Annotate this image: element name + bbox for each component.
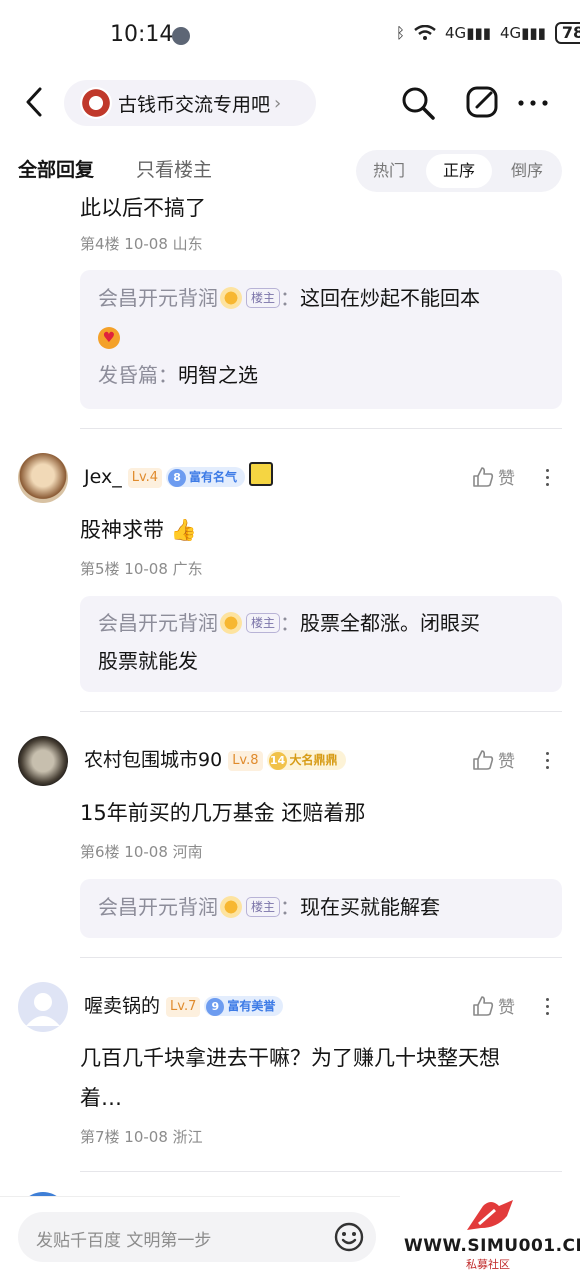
- divider: [80, 957, 562, 958]
- emoji-icon[interactable]: [333, 1221, 365, 1253]
- post-meta: 第7楼 10-08 浙江: [80, 1128, 203, 1146]
- reply-text-continued: 股票就能发: [98, 649, 198, 673]
- wifi-icon: [414, 25, 436, 40]
- forum-name: 古钱币交流专用吧: [118, 93, 271, 116]
- sub-reply-box[interactable]: 会昌开元背润 楼主 ：股票全都涨。闭眼买 股票就能发: [80, 596, 562, 692]
- owner-tag: 楼主: [246, 613, 281, 633]
- username-row: 农村包围城市90 Lv.8 14 大名鼎鼎: [84, 745, 346, 772]
- sun-badge-icon: [220, 287, 242, 309]
- post-meta: 第6楼 10-08 河南: [80, 843, 203, 861]
- signal-icon-1: 4G▮▮▮: [445, 24, 491, 42]
- post-body-continued: 着…: [80, 1086, 122, 1110]
- reply-author[interactable]: 会昌开元背润: [98, 286, 218, 310]
- tab-all-replies[interactable]: 全部回复: [18, 155, 94, 182]
- status-bar: 10:14 ᛒ 4G▮▮▮ 4G▮▮▮ 78: [0, 0, 580, 72]
- divider: [80, 428, 562, 429]
- sort-ascending[interactable]: 正序: [426, 154, 492, 188]
- more-icon[interactable]: [546, 994, 550, 1019]
- reply-author[interactable]: 发昏篇: [98, 363, 158, 387]
- sun-badge-icon: [220, 612, 242, 634]
- tab-owner-only[interactable]: 只看楼主: [136, 155, 212, 182]
- battery-icon: 78: [554, 22, 580, 44]
- sub-reply: 会昌开元背润 楼主 ：股票全都涨。闭眼买: [98, 611, 481, 635]
- reply-feed[interactable]: 此以后不搞了 第4楼 10-08 山东 会昌开元背润 楼主 ：这回在炒起不能回本 ♥…: [0, 196, 580, 1196]
- thumbs-up-emoji-icon: 👍: [170, 518, 197, 542]
- back-icon[interactable]: [22, 86, 46, 118]
- post-body: 几百几千块拿进去干嘛？为了赚几十块整天想: [80, 1046, 500, 1070]
- reply-author[interactable]: 会昌开元背润: [98, 611, 218, 635]
- honor-badge: 14 大名鼎鼎: [266, 750, 346, 770]
- system-icons: ᛒ 4G▮▮▮ 4G▮▮▮ 78: [396, 22, 580, 44]
- watermark-text: WWW.SIMU001.CN: [404, 1236, 580, 1256]
- reply-input-placeholder: 发贴千百度 文明第一步: [36, 1231, 212, 1251]
- reply-author[interactable]: 会昌开元背润: [98, 895, 218, 919]
- post-body: 15年前买的几万基金 还赔着那: [80, 801, 366, 825]
- like-button[interactable]: 赞: [472, 464, 515, 489]
- username-row: 喔卖锅的 Lv.7 9 富有美誉: [84, 991, 284, 1018]
- avatar[interactable]: [18, 453, 68, 503]
- default-avatar-icon: [26, 993, 60, 1026]
- username[interactable]: Jex_: [84, 466, 122, 488]
- honor-badge: 8 富有名气: [166, 467, 246, 487]
- sort-descending[interactable]: 倒序: [494, 154, 560, 188]
- emoji-line: ♥: [98, 320, 120, 350]
- username[interactable]: 农村包围城市90: [84, 749, 222, 771]
- like-button[interactable]: 赞: [472, 993, 515, 1018]
- clock: 10:14: [110, 22, 174, 47]
- owner-tag: 楼主: [246, 897, 281, 917]
- avatar[interactable]: [18, 982, 68, 1032]
- sub-reply: 会昌开元背润 楼主 ：这回在炒起不能回本: [98, 286, 481, 310]
- watermark-logo: [467, 1200, 513, 1230]
- bluetooth-icon: ᛒ: [396, 24, 406, 42]
- honor-badge: 9 富有美誉: [204, 996, 284, 1016]
- owner-tag: 楼主: [246, 288, 281, 308]
- sub-reply: 会昌开元背润 楼主 ：现在买就能解套: [98, 895, 441, 919]
- reply-text: 现在买就能解套: [300, 895, 441, 919]
- more-icon[interactable]: [546, 465, 550, 490]
- sub-reply-box[interactable]: 会昌开元背润 楼主 ：这回在炒起不能回本 ♥ 发昏篇：明智之选: [80, 270, 562, 409]
- sort-segmented-control: 热门 正序 倒序: [356, 150, 562, 192]
- level-badge: Lv.7: [166, 997, 201, 1017]
- avatar[interactable]: [18, 736, 68, 786]
- more-icon[interactable]: [546, 748, 550, 773]
- chevron-right-icon: ›: [274, 92, 282, 114]
- reply-text: 股票全都涨。闭眼买: [300, 611, 481, 635]
- post-body: 此以后不搞了: [80, 196, 206, 220]
- sub-reply: 发昏篇：明智之选: [98, 363, 258, 387]
- level-badge: Lv.4: [127, 468, 163, 488]
- post-body: 股神求带 👍: [80, 518, 197, 542]
- post-meta: 第4楼 10-08 山东: [80, 235, 203, 253]
- edit-icon[interactable]: [465, 85, 499, 119]
- username-row: Jex_ Lv.4 8 富有名气: [84, 462, 274, 488]
- reply-text: 这回在炒起不能回本: [300, 286, 481, 310]
- watermark-subtext: 私募社区: [466, 1258, 510, 1271]
- forum-logo: [80, 87, 112, 119]
- heart-eyes-emoji-icon: ♥: [98, 327, 120, 349]
- more-icon[interactable]: [516, 88, 550, 118]
- signal-icon-2: 4G▮▮▮: [499, 24, 546, 42]
- sun-badge-icon: [220, 896, 242, 918]
- forum-chip[interactable]: 古钱币交流专用吧 ›: [64, 80, 316, 126]
- post-meta: 第5楼 10-08 广东: [80, 560, 203, 578]
- sub-reply-box[interactable]: 会昌开元背润 楼主 ：现在买就能解套: [80, 879, 562, 938]
- thumbs-up-icon: [473, 750, 494, 770]
- thumbs-up-icon: [473, 996, 494, 1016]
- username[interactable]: 喔卖锅的: [84, 995, 160, 1017]
- reply-text: 明智之选: [178, 363, 258, 387]
- gear-badge-icon: [249, 462, 274, 486]
- divider: [80, 1171, 562, 1172]
- like-button[interactable]: 赞: [472, 747, 515, 772]
- sort-hot[interactable]: 热门: [356, 154, 422, 188]
- search-icon[interactable]: [400, 85, 436, 121]
- thumbs-up-icon: [473, 467, 494, 487]
- level-badge: Lv.8: [228, 751, 263, 771]
- settings-status-icon: [172, 27, 190, 45]
- divider: [80, 711, 562, 712]
